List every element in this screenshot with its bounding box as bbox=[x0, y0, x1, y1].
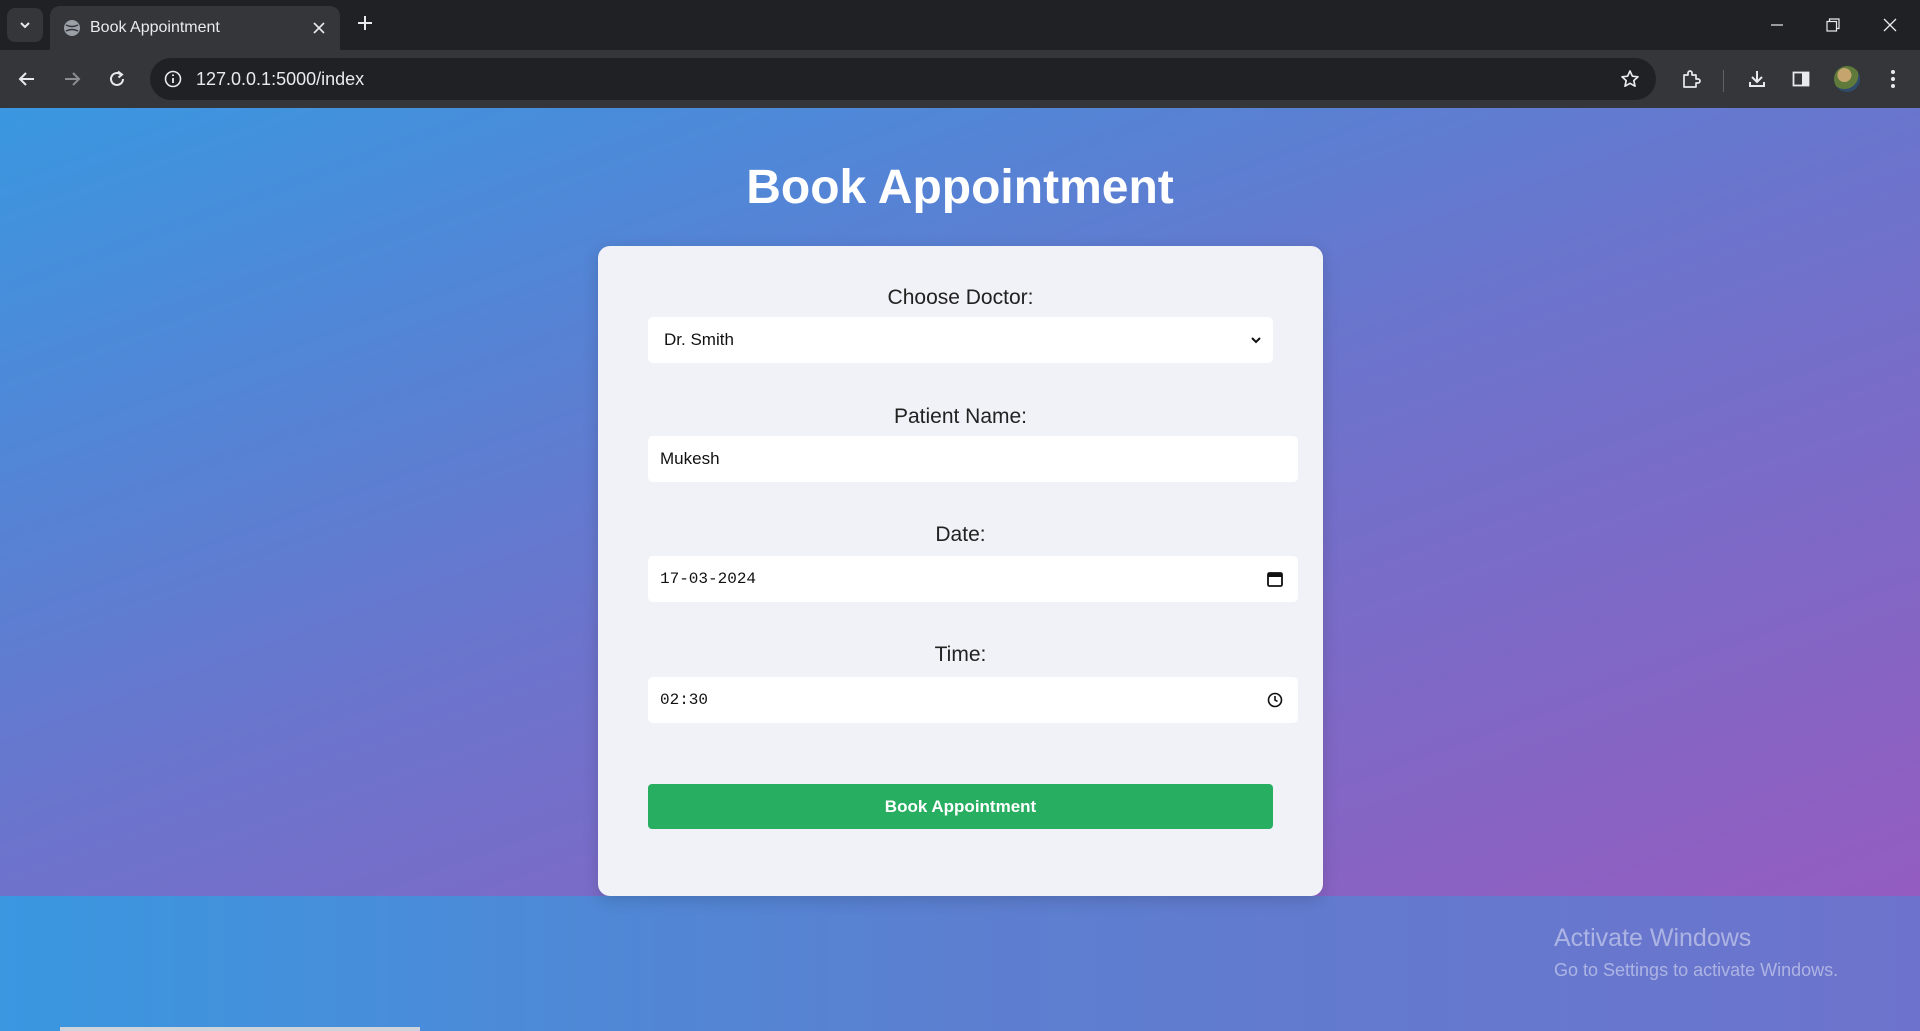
plus-icon bbox=[358, 16, 372, 30]
page-viewport: Book Appointment Choose Doctor: Dr. Smit… bbox=[0, 108, 1920, 1031]
date-value: 17-03-2024 bbox=[660, 570, 757, 588]
bookmark-star-button[interactable] bbox=[1618, 67, 1642, 91]
restore-button[interactable] bbox=[1813, 7, 1853, 43]
patient-name-value: Mukesh bbox=[660, 449, 720, 468]
date-input[interactable]: 17-03-2024 bbox=[648, 556, 1298, 602]
forward-button[interactable] bbox=[55, 62, 89, 96]
minimize-button[interactable] bbox=[1757, 7, 1797, 43]
time-input[interactable]: 02:30 bbox=[648, 677, 1298, 723]
doctor-select-value: Dr. Smith bbox=[664, 330, 734, 349]
appointment-form-card: Choose Doctor: Dr. Smith Patient Name: M… bbox=[598, 246, 1323, 896]
close-icon bbox=[313, 22, 325, 34]
address-bar[interactable]: 127.0.0.1:5000/index bbox=[150, 58, 1656, 100]
download-icon bbox=[1749, 71, 1765, 87]
url-text[interactable]: 127.0.0.1:5000/index bbox=[196, 69, 364, 90]
patient-name-input[interactable]: Mukesh bbox=[648, 436, 1298, 482]
arrow-right-icon bbox=[65, 72, 81, 86]
info-icon bbox=[164, 70, 182, 88]
kebab-menu-icon bbox=[1891, 70, 1895, 88]
star-icon bbox=[1621, 70, 1639, 88]
new-tab-button[interactable] bbox=[353, 11, 377, 35]
browser-tab-active[interactable]: Book Appointment bbox=[50, 6, 340, 50]
arrow-left-icon bbox=[18, 72, 34, 86]
close-icon bbox=[1883, 18, 1897, 32]
activate-windows-subtitle: Go to Settings to activate Windows. bbox=[1554, 960, 1839, 980]
doctor-select[interactable]: Dr. Smith bbox=[648, 317, 1273, 363]
restore-icon bbox=[1826, 18, 1840, 32]
book-appointment-button[interactable]: Book Appointment bbox=[648, 784, 1273, 829]
reload-button[interactable] bbox=[100, 62, 134, 96]
horizontal-scrollbar-thumb[interactable] bbox=[60, 1027, 420, 1031]
doctor-label: Choose Doctor: bbox=[887, 286, 1034, 309]
reload-icon bbox=[110, 70, 124, 86]
side-panel-button[interactable] bbox=[1784, 62, 1818, 96]
minimize-icon bbox=[1771, 24, 1783, 26]
downloads-button[interactable] bbox=[1740, 62, 1774, 96]
patient-name-label: Patient Name: bbox=[893, 405, 1028, 428]
tab-title: Book Appointment bbox=[90, 19, 220, 36]
calendar-icon[interactable] bbox=[1264, 568, 1286, 590]
puzzle-icon bbox=[1683, 70, 1701, 88]
browser-menu-button[interactable] bbox=[1876, 62, 1910, 96]
extensions-button[interactable] bbox=[1674, 62, 1708, 96]
page-title: Book Appointment bbox=[746, 161, 1174, 214]
tab-search-button[interactable] bbox=[7, 8, 43, 42]
browser-tabstrip: Book Appointment bbox=[0, 0, 1920, 50]
side-panel-icon bbox=[1792, 71, 1810, 87]
close-window-button[interactable] bbox=[1870, 7, 1910, 43]
back-button[interactable] bbox=[10, 62, 44, 96]
clock-icon[interactable] bbox=[1264, 689, 1286, 711]
time-label: Time: bbox=[934, 643, 987, 666]
tab-close-button[interactable] bbox=[308, 17, 330, 39]
profile-avatar[interactable] bbox=[1834, 66, 1860, 92]
toolbar-divider bbox=[1723, 70, 1724, 92]
date-label: Date: bbox=[935, 523, 986, 546]
site-info-icon[interactable] bbox=[162, 68, 184, 90]
activate-windows-title: Activate Windows bbox=[1554, 924, 1752, 952]
browser-toolbar: 127.0.0.1:5000/index bbox=[0, 50, 1920, 108]
chevron-down-icon bbox=[20, 22, 30, 29]
globe-icon bbox=[64, 20, 80, 36]
chevron-down-icon bbox=[1245, 329, 1267, 351]
time-value: 02:30 bbox=[660, 691, 709, 709]
